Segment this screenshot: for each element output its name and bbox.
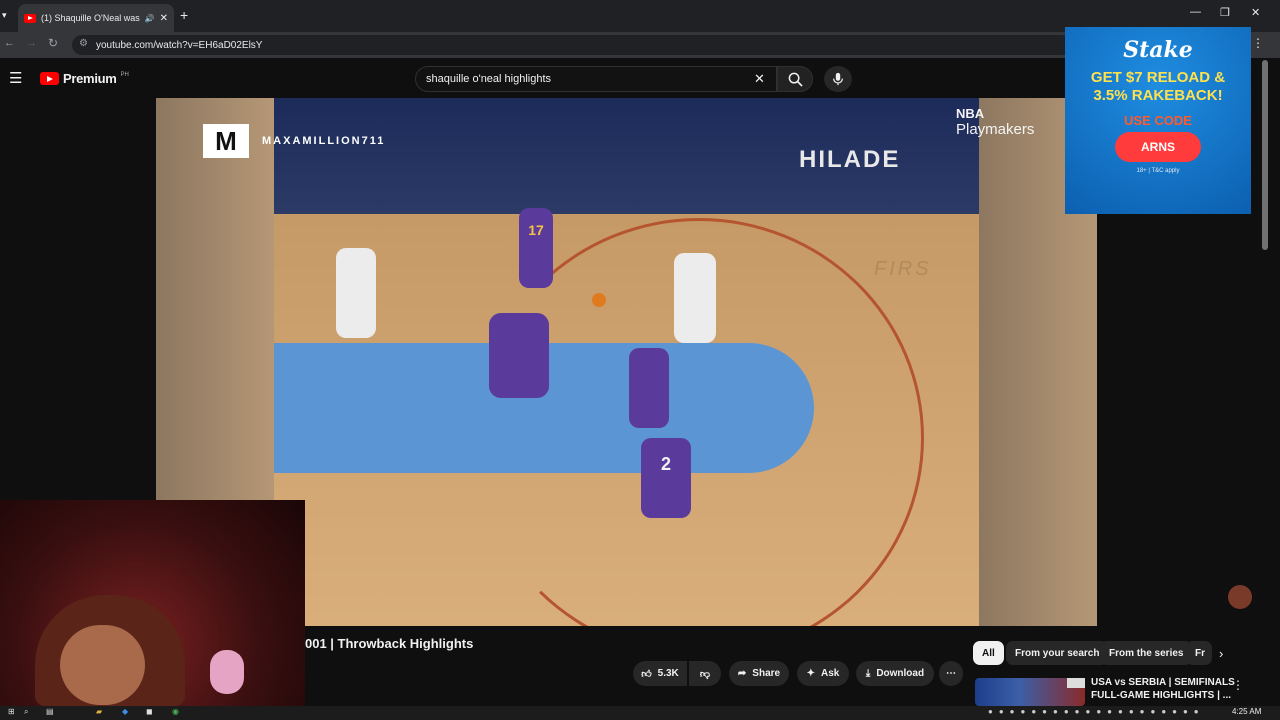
nba-playmakers-logo: NBA Playmakers	[934, 106, 1034, 138]
search-taskbar-icon[interactable]: ⌕	[24, 707, 28, 717]
player-white	[336, 248, 376, 338]
search-query: shaquille o'neal highlights	[426, 73, 552, 85]
player-purple: 17	[519, 208, 553, 288]
more-horizontal-icon: ⋯	[946, 668, 956, 679]
url-text: youtube.com/watch?v=EH6aD02ElsY	[96, 39, 263, 51]
kebab-menu-icon[interactable]: ⋮	[1232, 678, 1244, 692]
thumbs-down-icon: 👎︎	[699, 668, 711, 680]
os-taskbar: ⊞ ⌕ ▤ ▰ ◆ ◼ ◉ ●●●●●●●●●●●●●●●●●●●● 4:25 …	[0, 706, 1280, 720]
channel-watermark-logo: M	[203, 124, 249, 158]
ad-fine-print: 18+ | T&C apply	[1136, 168, 1180, 174]
chip-all[interactable]: All	[973, 641, 1004, 665]
more-actions-button[interactable]: ⋯	[939, 661, 963, 686]
logo-text: Premium	[63, 71, 117, 86]
page-scrollbar[interactable]	[1262, 60, 1268, 250]
forward-icon[interactable]: →	[26, 37, 37, 49]
new-tab-button[interactable]: +	[180, 7, 188, 23]
video-title: 001 | Throwback Highlights	[305, 636, 474, 651]
thumbs-up-icon: 👍︎	[641, 668, 652, 680]
like-button[interactable]: 👍︎ 5.3K	[633, 661, 687, 686]
logo-line-1: NBA	[956, 106, 985, 121]
youtube-play-logo-icon	[40, 72, 59, 85]
browser-tab[interactable]: (1) Shaquille O'Neal was lit 🔊 ✕	[18, 4, 174, 32]
download-label: Download	[876, 668, 925, 679]
share-icon: ➦	[737, 668, 747, 679]
hamburger-menu-icon[interactable]: ☰	[9, 69, 22, 87]
jersey-number: 2	[660, 454, 671, 474]
streamer-webcam	[0, 500, 305, 706]
minimize-icon[interactable]: —	[1190, 6, 1201, 18]
logo-line-2: Playmakers	[956, 121, 1035, 138]
system-tray-icons[interactable]: ●●●●●●●●●●●●●●●●●●●●	[988, 707, 1205, 716]
jersey-number: 17	[528, 222, 544, 238]
arena-banner: HILADE	[799, 146, 901, 173]
sparkle-icon: ✦	[806, 668, 816, 679]
browser-menu-icon[interactable]: ⋮	[1252, 36, 1264, 50]
chip-truncated[interactable]: Fr	[1186, 641, 1212, 665]
youtube-favicon-icon	[24, 13, 36, 23]
site-info-icon[interactable]: ⚙	[79, 38, 88, 49]
ad-code-label: USE CODE	[1124, 113, 1192, 128]
window-close-icon[interactable]: ✕	[1251, 6, 1260, 19]
player-purple	[629, 348, 669, 428]
dislike-button[interactable]: 👎︎	[689, 661, 721, 686]
floating-avatar[interactable]	[1228, 585, 1252, 609]
tab-close-icon[interactable]: ✕	[160, 13, 168, 24]
app-icon[interactable]: ◼	[146, 707, 153, 716]
nba-logo-icon	[1067, 678, 1085, 688]
microphone-icon	[833, 72, 843, 86]
maximize-icon[interactable]: ❐	[1220, 6, 1230, 19]
player-purple: 2	[641, 438, 691, 518]
chrome-icon[interactable]: ◉	[172, 707, 179, 716]
back-icon[interactable]: ←	[4, 37, 15, 49]
ad-brand: Stake	[1123, 37, 1193, 63]
youtube-logo[interactable]: Premium PH	[40, 71, 129, 86]
voice-search-button[interactable]	[824, 66, 852, 92]
start-icon[interactable]: ⊞	[8, 707, 15, 716]
player-white	[674, 253, 716, 343]
recommended-video[interactable]: USA vs SERBIA | SEMIFINALS FULL-GAME HIG…	[975, 676, 1265, 706]
tab-list-chevron-icon[interactable]: ▾	[2, 10, 7, 21]
streamer-face	[60, 625, 145, 705]
ask-label: Ask	[821, 668, 840, 679]
channel-watermark-text: MAXAMILLION711	[262, 135, 386, 147]
like-count: 5.3K	[657, 668, 679, 679]
microphone-prop	[210, 650, 244, 694]
share-button[interactable]: ➦ Share	[729, 661, 789, 686]
rec-title-line-2: FULL-GAME HIGHLIGHTS | ...	[1091, 690, 1232, 701]
ad-code-button[interactable]: ARNS	[1115, 132, 1201, 162]
share-label: Share	[752, 668, 781, 679]
country-badge: PH	[120, 71, 129, 78]
chip-from-your-search[interactable]: From your search	[1006, 641, 1109, 665]
tab-title: (1) Shaquille O'Neal was lit	[41, 13, 140, 23]
player-shaq	[489, 313, 549, 398]
clear-search-icon[interactable]: ✕	[754, 71, 765, 87]
download-button[interactable]: ⤓ Download	[856, 661, 934, 686]
video-frame: HILADE FIRS 17 2	[274, 98, 979, 626]
search-input[interactable]: shaquille o'neal highlights ✕	[415, 66, 777, 92]
clock[interactable]: 4:25 AM	[1232, 707, 1261, 716]
app-icon[interactable]: ◆	[122, 707, 128, 716]
file-explorer-icon[interactable]: ▰	[96, 707, 102, 716]
reload-icon[interactable]: ↻	[48, 36, 58, 50]
download-icon: ⤓	[865, 668, 871, 679]
ad-promo-line-2: 3.5% RAKEBACK!	[1093, 87, 1223, 104]
ad-promo-line-1: GET $7 RELOAD &	[1090, 69, 1226, 86]
url-field[interactable]: ⚙ youtube.com/watch?v=EH6aD02ElsY	[72, 35, 1072, 55]
speaker-icon[interactable]: 🔊	[145, 14, 155, 23]
floor-logo-text: FIRS	[874, 258, 932, 280]
search-button[interactable]	[777, 66, 813, 92]
chip-from-the-series[interactable]: From the series	[1100, 641, 1193, 665]
task-view-icon[interactable]: ▤	[46, 707, 54, 716]
basketball	[592, 293, 606, 307]
rec-title-line-1: USA vs SERBIA | SEMIFINALS	[1091, 677, 1235, 688]
search-icon	[788, 72, 803, 87]
ask-button[interactable]: ✦ Ask	[797, 661, 849, 686]
chevron-right-icon[interactable]: ›	[1219, 646, 1223, 661]
stake-ad[interactable]: Stake GET $7 RELOAD & 3.5% RAKEBACK! USE…	[1065, 27, 1251, 214]
